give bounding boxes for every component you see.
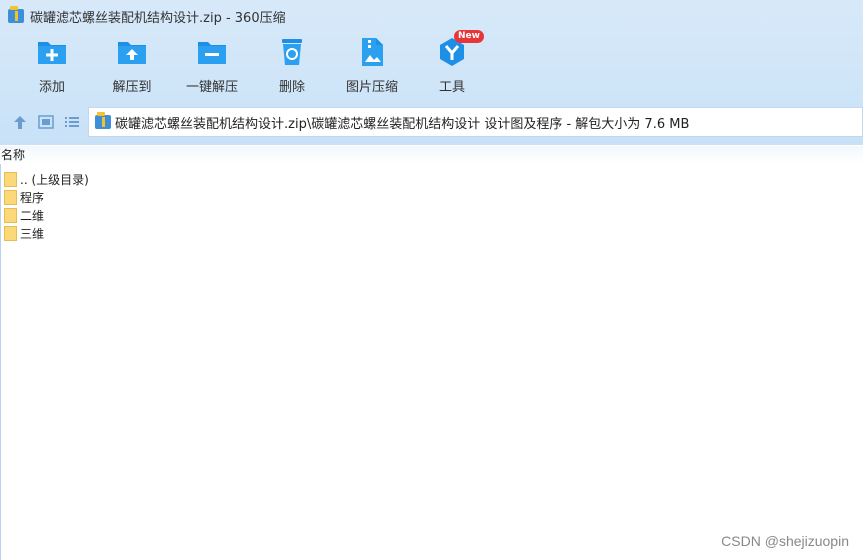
add-folder-icon [36, 36, 68, 68]
folder-icon [4, 189, 17, 205]
delete-label: 删除 [278, 80, 305, 95]
new-badge: New [454, 30, 484, 43]
address-bar[interactable]: 碳罐滤芯螺丝装配机结构设计.zip\碳罐滤芯螺丝装配机结构设计 设计图及程序 -… [88, 107, 863, 137]
item-name: 二维 [20, 208, 45, 223]
file-list: .. (上级目录) 程序 二维 三维 [4, 170, 89, 242]
item-name: .. (上级目录) [20, 172, 89, 187]
view-list-icon[interactable] [63, 114, 81, 130]
archive-app-icon [8, 6, 24, 23]
recycle-bin-icon [276, 36, 308, 68]
list-item[interactable]: 程序 [4, 188, 89, 206]
list-item[interactable]: 二维 [4, 206, 89, 224]
delete-button[interactable]: 删除 [252, 36, 332, 95]
list-item[interactable]: 三维 [4, 224, 89, 242]
image-compress-icon [356, 36, 388, 68]
add-label: 添加 [38, 80, 65, 95]
archive-icon [95, 112, 111, 129]
column-header-name[interactable]: 名称 [0, 146, 863, 164]
title-bar: 碳罐滤芯螺丝装配机结构设计.zip - 360压缩 [0, 0, 863, 32]
folder-icon [4, 207, 17, 223]
one-click-extract-label: 一键解压 [185, 80, 238, 95]
add-button[interactable]: 添加 [12, 36, 92, 95]
list-item-parent-dir[interactable]: .. (上级目录) [4, 170, 89, 188]
top-chrome: 碳罐滤芯螺丝装配机结构设计.zip - 360压缩 添加 解压到 一键解压 删除… [0, 0, 863, 145]
folder-icon [4, 171, 17, 187]
toolbar: 添加 解压到 一键解压 删除 图片压缩 New 工具 [0, 30, 863, 100]
one-click-extract-icon [196, 36, 228, 68]
extract-to-label: 解压到 [112, 80, 152, 95]
one-click-extract-button[interactable]: 一键解压 [172, 36, 252, 95]
image-compress-label: 图片压缩 [345, 80, 398, 95]
tools-button[interactable]: New 工具 [412, 30, 492, 95]
tools-label: 工具 [438, 80, 465, 95]
extract-to-icon [116, 36, 148, 68]
address-row: 碳罐滤芯螺丝装配机结构设计.zip\碳罐滤芯螺丝装配机结构设计 设计图及程序 -… [0, 106, 863, 138]
folder-icon [4, 225, 17, 241]
list-border [0, 164, 1, 560]
item-name: 三维 [20, 226, 45, 241]
extract-to-button[interactable]: 解压到 [92, 36, 172, 95]
image-compress-button[interactable]: 图片压缩 [332, 36, 412, 95]
item-name: 程序 [20, 190, 45, 205]
window-title: 碳罐滤芯螺丝装配机结构设计.zip - 360压缩 [30, 10, 286, 26]
watermark: CSDN @shejizuopin [721, 533, 849, 549]
tools-icon: New [436, 30, 484, 68]
address-path: 碳罐滤芯螺丝装配机结构设计.zip\碳罐滤芯螺丝装配机结构设计 设计图及程序 -… [115, 116, 690, 132]
up-arrow-icon[interactable] [11, 114, 29, 130]
view-thumbnail-icon[interactable] [37, 114, 55, 130]
